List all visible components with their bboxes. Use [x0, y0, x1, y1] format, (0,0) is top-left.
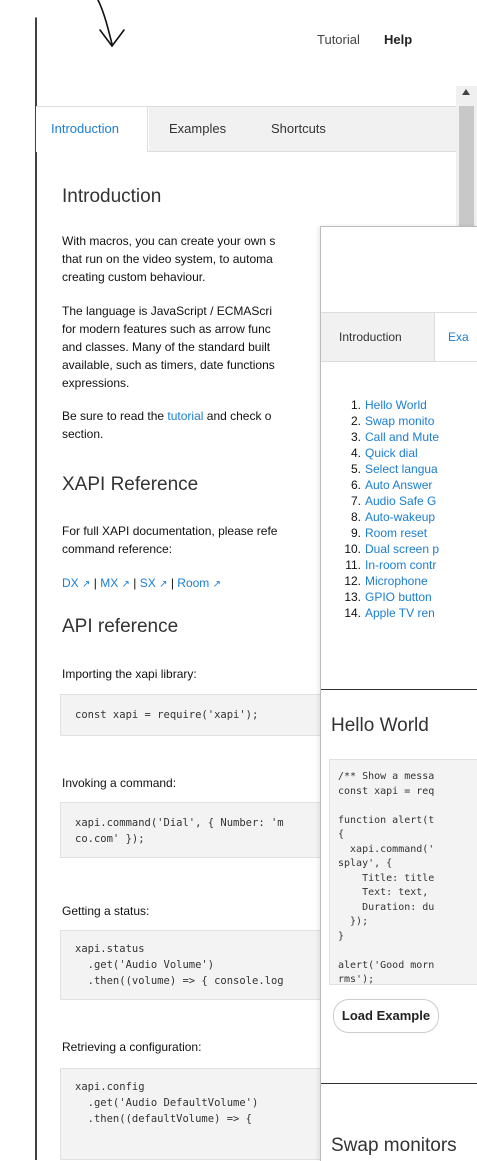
- example-item[interactable]: 6. Auto Answer: [331, 477, 432, 493]
- xapi-reference-text: For full XAPI documentation, please refe…: [62, 524, 278, 556]
- example-item[interactable]: 4. Quick dial: [331, 445, 418, 461]
- tab-introduction[interactable]: Introduction: [36, 107, 148, 152]
- example-item[interactable]: 11. In-room contr: [331, 557, 436, 573]
- intro-paragraph-2: The language is JavaScript / ECMAScri for…: [62, 304, 275, 390]
- swap-monitors-heading: Swap monitors: [331, 1135, 457, 1156]
- intro-paragraph-1: With macros, you can create your own s th…: [62, 234, 276, 284]
- example-item[interactable]: 13. GPIO button: [331, 589, 431, 605]
- example-item[interactable]: 3. Call and Mute: [331, 429, 439, 445]
- divider: [321, 1083, 477, 1084]
- example-item[interactable]: 5. Select langua: [331, 461, 438, 477]
- mx-link[interactable]: MX ↗: [100, 576, 130, 590]
- nav-help-link[interactable]: Help: [384, 32, 412, 47]
- introduction-heading: Introduction: [62, 186, 162, 207]
- hello-world-code-block: /** Show a messa const xapi = req functi…: [329, 759, 477, 985]
- example-item[interactable]: 14. Apple TV ren: [331, 605, 435, 621]
- tab-bar: Introduction Examples Shortcuts: [36, 106, 477, 152]
- macro-editor-front-panel: Introduction Exa 1. Hello World 2. Swap mo…: [320, 226, 477, 1161]
- divider: [321, 689, 477, 690]
- front-tab-bar: Introduction Exa: [321, 312, 477, 362]
- example-item[interactable]: 2. Swap monito: [331, 413, 434, 429]
- tutorial-link[interactable]: tutorial: [167, 409, 203, 423]
- room-link[interactable]: Room ↗: [177, 576, 221, 590]
- load-example-button[interactable]: Load Example: [333, 999, 439, 1033]
- front-tab-examples[interactable]: Exa: [436, 313, 477, 361]
- invoke-label: Invoking a command:: [62, 776, 177, 790]
- nav-tutorial-link[interactable]: Tutorial: [317, 32, 360, 47]
- example-item[interactable]: 12. Microphone: [331, 573, 427, 589]
- dx-link[interactable]: DX ↗: [62, 576, 90, 590]
- tab-shortcuts[interactable]: Shortcuts: [251, 107, 477, 151]
- status-label: Getting a status:: [62, 904, 150, 918]
- front-tab-introduction[interactable]: Introduction: [321, 313, 435, 361]
- api-reference-heading: API reference: [62, 616, 179, 637]
- scroll-up-arrow-icon[interactable]: [462, 89, 470, 95]
- example-item[interactable]: 10. Dual screen p: [331, 541, 439, 557]
- xapi-reference-heading: XAPI Reference: [62, 474, 199, 495]
- tab-examples[interactable]: Examples: [149, 107, 251, 151]
- example-item[interactable]: 7. Audio Safe G: [331, 493, 436, 509]
- example-item[interactable]: 8. Auto-wakeup: [331, 509, 435, 525]
- example-item[interactable]: 1. Hello World: [331, 397, 427, 413]
- config-label: Retrieving a configuration:: [62, 1040, 202, 1054]
- hello-world-heading: Hello World: [331, 715, 429, 736]
- intro-paragraph-3: Be sure to read the tutorial and check o…: [62, 409, 272, 441]
- example-item[interactable]: 9. Room reset: [331, 525, 427, 541]
- import-label: Importing the xapi library:: [62, 667, 197, 681]
- xapi-doc-links: DX ↗ | MX ↗ | SX ↗ | Room ↗: [62, 576, 222, 590]
- sx-link[interactable]: SX ↗: [140, 576, 168, 590]
